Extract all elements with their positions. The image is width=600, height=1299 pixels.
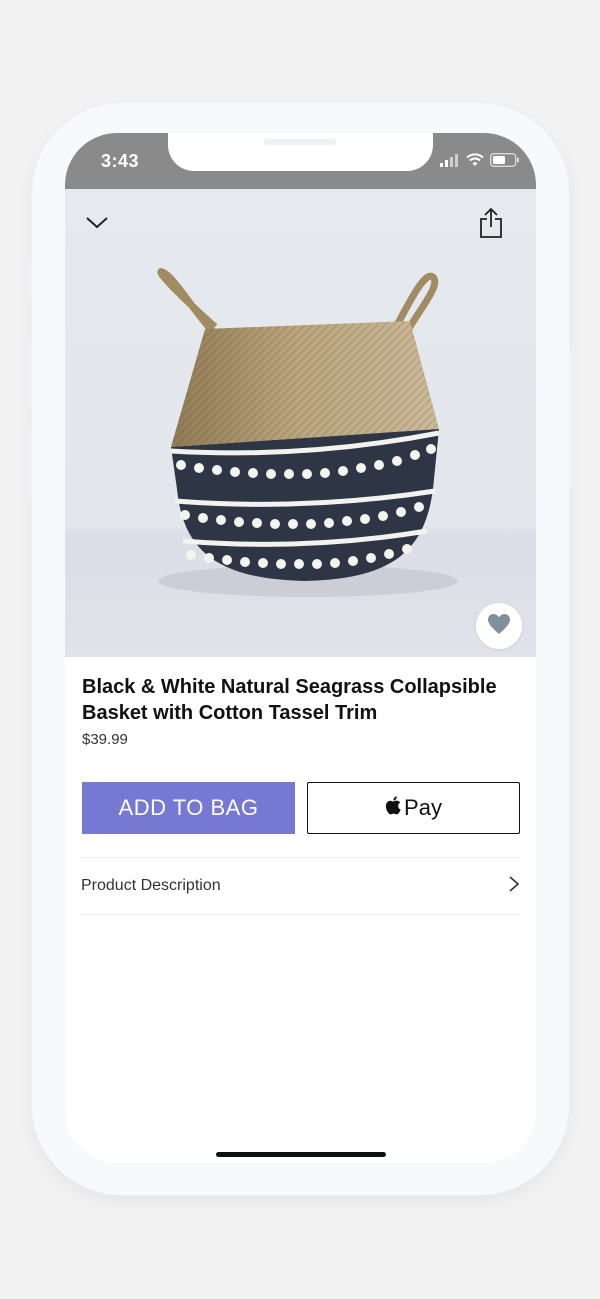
status-icons xyxy=(440,152,520,172)
battery-icon xyxy=(489,152,520,172)
product-title: Black & White Natural Seagrass Collapsib… xyxy=(82,676,497,724)
apple-logo-icon xyxy=(385,796,401,820)
product-description-row[interactable]: Product Description xyxy=(81,857,520,915)
status-time: 3:43 xyxy=(101,151,140,171)
chevron-right-icon xyxy=(508,875,520,898)
apple-pay-button[interactable]: Pay xyxy=(307,782,520,834)
add-to-bag-button[interactable]: ADD TO BAG xyxy=(82,782,295,834)
notch xyxy=(168,133,433,171)
signal-icon xyxy=(440,153,460,172)
close-button[interactable] xyxy=(83,213,111,237)
share-icon xyxy=(479,207,503,244)
wifi-icon xyxy=(466,153,484,172)
favorite-button[interactable] xyxy=(476,603,522,649)
heart-icon xyxy=(487,613,511,640)
basket-photo xyxy=(157,268,458,597)
speaker-grille xyxy=(264,139,336,145)
app-screen: 3:43 Black & White Natural Seagrass Coll… xyxy=(65,133,536,1163)
share-button[interactable] xyxy=(475,207,507,243)
mute-switch xyxy=(27,258,32,298)
apple-pay-label: Pay xyxy=(404,795,442,820)
status-bar: 3:43 xyxy=(65,133,536,189)
volume-down-button xyxy=(27,428,32,498)
product-price: $39.99 xyxy=(82,731,128,748)
home-indicator[interactable] xyxy=(216,1152,386,1157)
power-button xyxy=(569,348,574,488)
product-description-label: Product Description xyxy=(81,877,221,894)
chevron-down-icon xyxy=(85,216,109,235)
volume-up-button xyxy=(27,338,32,408)
product-image xyxy=(65,189,536,657)
